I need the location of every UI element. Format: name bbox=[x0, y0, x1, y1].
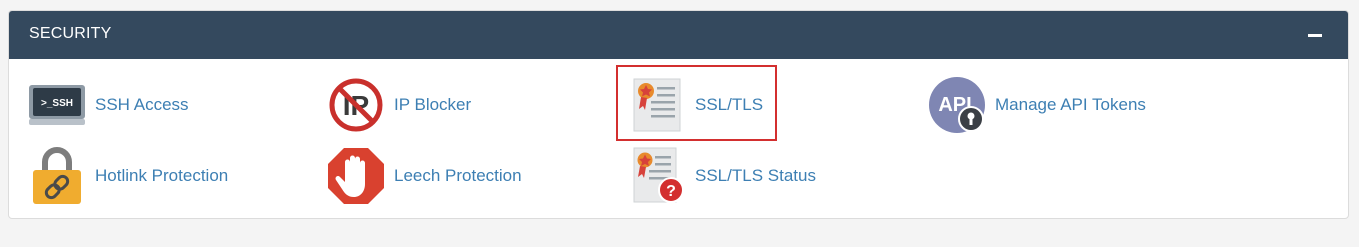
leech-protection-link[interactable]: Leech Protection bbox=[326, 146, 522, 206]
api-token-icon: API bbox=[929, 77, 985, 133]
ssl-status-icon: ? bbox=[633, 147, 684, 203]
collapse-button[interactable] bbox=[1306, 25, 1326, 45]
svg-text:?: ? bbox=[666, 183, 676, 200]
ssl-tls-status-link[interactable]: ? SSL/TLS Status bbox=[627, 146, 816, 206]
ssh-access-link[interactable]: >_SSH SSH Access bbox=[27, 75, 189, 135]
ssh-terminal-icon: >_SSH bbox=[29, 85, 85, 125]
ip-blocker-label: IP Blocker bbox=[394, 95, 472, 114]
ssl-tls-label: SSL/TLS bbox=[695, 95, 764, 114]
hotlink-protection-label: Hotlink Protection bbox=[95, 166, 229, 185]
ssl-certificate-icon bbox=[633, 78, 681, 132]
leech-protection-label: Leech Protection bbox=[394, 166, 522, 185]
panel-title: SECURITY bbox=[29, 25, 112, 42]
security-panel: SECURITY >_SSH SSH Access IP IP Blocker bbox=[8, 10, 1349, 219]
hotlink-lock-icon bbox=[33, 147, 81, 204]
panel-header[interactable]: SECURITY bbox=[9, 11, 1348, 59]
manage-api-tokens-label: Manage API Tokens bbox=[995, 95, 1146, 114]
leech-hand-icon bbox=[328, 148, 384, 204]
manage-api-tokens-link[interactable]: API Manage API Tokens bbox=[927, 75, 1146, 135]
minus-icon bbox=[1308, 34, 1322, 37]
ip-blocker-link[interactable]: IP IP Blocker bbox=[326, 75, 471, 135]
svg-text:>_SSH: >_SSH bbox=[41, 98, 73, 109]
ssl-tls-status-label: SSL/TLS Status bbox=[695, 166, 816, 185]
ssh-access-label: SSH Access bbox=[95, 95, 189, 114]
hotlink-protection-link[interactable]: Hotlink Protection bbox=[27, 146, 228, 206]
ssl-tls-link[interactable]: SSL/TLS bbox=[627, 75, 763, 135]
ip-blocker-icon: IP bbox=[329, 78, 383, 132]
